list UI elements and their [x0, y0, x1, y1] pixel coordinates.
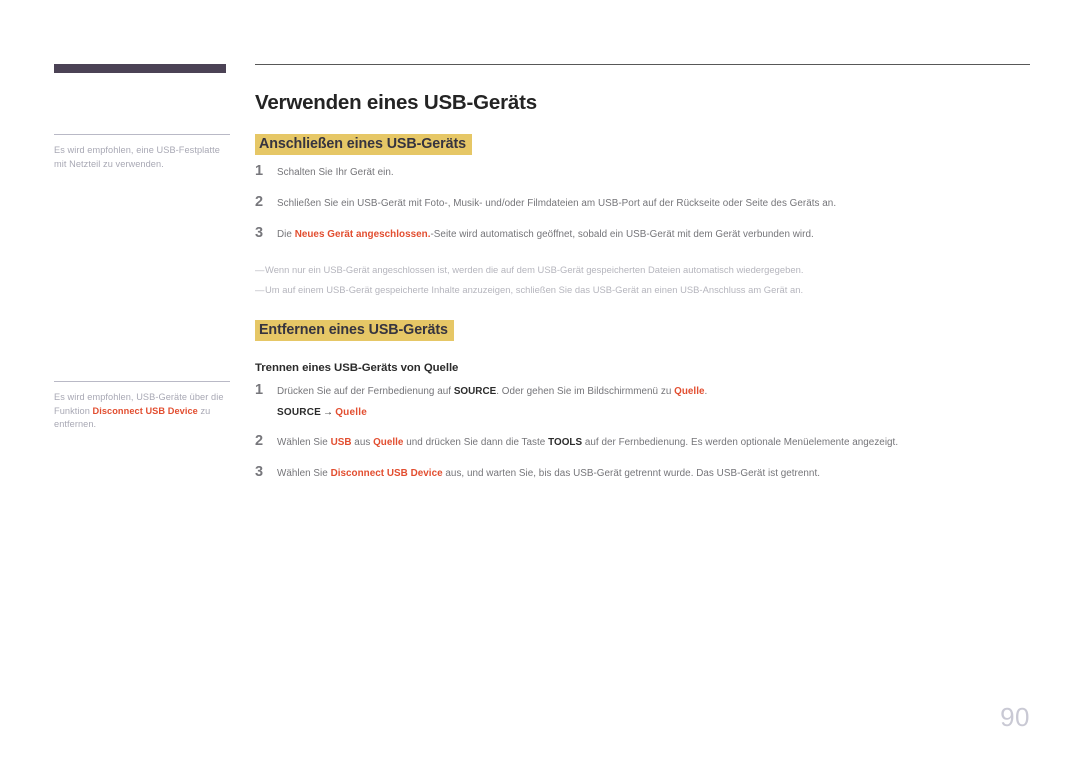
step-item: 2 Schließen Sie ein USB-Gerät mit Foto-, …: [255, 195, 1030, 211]
header-rule: [255, 64, 1030, 65]
sec1b-step1-fragment-1: Disconnect USB Device: [330, 468, 443, 479]
sidebar-accent-bar: [54, 64, 226, 73]
menu-path-target: Quelle: [335, 407, 367, 418]
em-dash-icon: ―: [255, 284, 265, 295]
step-number: 2: [255, 194, 264, 210]
note-text: Wenn nur ein USB-Gerät angeschlossen ist…: [265, 264, 804, 275]
step-text: Drücken Sie auf der Fernbedienung auf SO…: [277, 383, 707, 399]
step-item: 2 Wählen Sie USB aus Quelle und drücken S…: [255, 434, 1030, 450]
menu-path-line: SOURCE → Quelle: [277, 407, 1030, 418]
step-number: 1: [255, 163, 264, 179]
sec1a-step0-fragment-1: SOURCE: [453, 386, 497, 397]
sec1b-step0-fragment-0: Wählen Sie: [277, 437, 331, 448]
sec1b-step0-fragment-5: TOOLS: [548, 437, 583, 448]
step-list-anschliessen: 1 Schalten Sie Ihr Gerät ein. 2 Schließen S…: [255, 164, 1030, 242]
step-number: 3: [255, 464, 264, 480]
sec1b-step0-fragment-4: und drücken Sie dann die Taste: [403, 437, 549, 448]
sec1b-step0-fragment-3: Quelle: [373, 437, 404, 448]
sidebar: Es wird empfohlen, eine USB-Festplatte m…: [54, 64, 230, 429]
sec1a-step0-fragment-3: Quelle: [674, 386, 705, 397]
sec0-step0-fragment-0: Schalten Sie Ihr Gerät ein.: [277, 167, 394, 178]
note-list-anschliessen: ― Wenn nur ein USB-Gerät angeschlossen is…: [255, 262, 1030, 298]
subheading-trennen: Trennen eines USB-Geräts von Quelle: [255, 362, 459, 374]
menu-path-source: SOURCE: [277, 407, 321, 418]
step-number: 3: [255, 225, 264, 241]
section-entfernen: Entfernen eines USB-Geräts Trennen eines…: [255, 298, 1030, 481]
step-number: 1: [255, 382, 264, 398]
step-list-entfernen-first: 1 Drücken Sie auf der Fernbedienung auf S…: [255, 383, 1030, 399]
note-text: Um auf einem USB-Gerät gespeicherte Inha…: [265, 284, 804, 295]
sidebar-note-2-fragment-1: Disconnect USB Device: [92, 405, 198, 416]
sec0-step2-fragment-1: Neues Gerät angeschlossen.: [294, 229, 431, 240]
sec1b-step1-fragment-2: aus, und warten Sie, bis das USB-Gerät g…: [442, 468, 820, 479]
sec1a-step0-fragment-4: .: [704, 386, 708, 397]
step-text: Schließen Sie ein USB-Gerät mit Foto-, M…: [277, 195, 836, 211]
sec0-step1-fragment-0: Schließen Sie ein USB-Gerät mit Foto-, M…: [277, 198, 837, 209]
sec1b-step1-fragment-0: Wählen Sie: [277, 468, 331, 479]
sec1a-step0-fragment-0: Drücken Sie auf der Fernbedienung auf: [277, 386, 454, 397]
step-list-entfernen-rest: 2 Wählen Sie USB aus Quelle und drücken S…: [255, 434, 1030, 481]
section-heading-entfernen: Entfernen eines USB-Geräts: [255, 320, 454, 341]
arrow-right-icon: →: [322, 407, 334, 418]
page-number: 90: [1000, 702, 1030, 732]
note-line: ― Um auf einem USB-Gerät gespeicherte Inh…: [255, 282, 1030, 298]
step-text: Die Neues Gerät angeschlossen.-Seite wir…: [277, 226, 814, 242]
step-item: 3 Die Neues Gerät angeschlossen.-Seite wi…: [255, 226, 1030, 242]
main-content: Verwenden eines USB-Geräts Anschließen e…: [255, 64, 1030, 481]
section-heading-anschliessen: Anschließen eines USB-Geräts: [255, 134, 472, 155]
step-text: Wählen Sie USB aus Quelle und drücken Si…: [277, 434, 898, 450]
sec1a-step0-fragment-2: . Oder gehen Sie im Bildschirmmenü zu: [496, 386, 675, 397]
sidebar-note-1: Es wird empfohlen, eine USB-Festplatte m…: [54, 134, 230, 171]
sec1b-step0-fragment-2: aus: [351, 437, 374, 448]
section-anschliessen: Anschließen eines USB-Geräts 1 Schalten S…: [255, 115, 1030, 298]
sidebar-note-divider: [54, 134, 230, 135]
sec1b-step0-fragment-6: auf der Fernbedienung. Es werden optiona…: [582, 437, 899, 448]
step-text: Schalten Sie Ihr Gerät ein.: [277, 164, 394, 180]
sidebar-note-2: Es wird empfohlen, USB-Geräte über die F…: [54, 381, 230, 432]
note-line: ― Wenn nur ein USB-Gerät angeschlossen is…: [255, 262, 1030, 278]
sec1b-step0-fragment-1: USB: [330, 437, 352, 448]
document-page: Es wird empfohlen, eine USB-Festplatte m…: [0, 0, 1080, 763]
step-item: 1 Drücken Sie auf der Fernbedienung auf S…: [255, 383, 1030, 399]
step-text: Wählen Sie Disconnect USB Device aus, un…: [277, 465, 820, 481]
sidebar-note-1-fragment-0: Es wird empfohlen, eine USB-Festplatte m…: [54, 145, 220, 169]
sidebar-note-1-text: Es wird empfohlen, eine USB-Festplatte m…: [54, 144, 230, 171]
sidebar-note-2-text: Es wird empfohlen, USB-Geräte über die F…: [54, 391, 230, 432]
sec0-step2-fragment-0: Die: [277, 229, 295, 240]
step-item: 1 Schalten Sie Ihr Gerät ein.: [255, 164, 1030, 180]
step-number: 2: [255, 433, 264, 449]
sidebar-note-divider: [54, 381, 230, 382]
page-title: Verwenden eines USB-Geräts: [255, 91, 537, 114]
step-item: 3 Wählen Sie Disconnect USB Device aus, u…: [255, 465, 1030, 481]
em-dash-icon: ―: [255, 264, 265, 275]
sec0-step2-fragment-2: -Seite wird automatisch geöffnet, sobald…: [430, 229, 814, 240]
